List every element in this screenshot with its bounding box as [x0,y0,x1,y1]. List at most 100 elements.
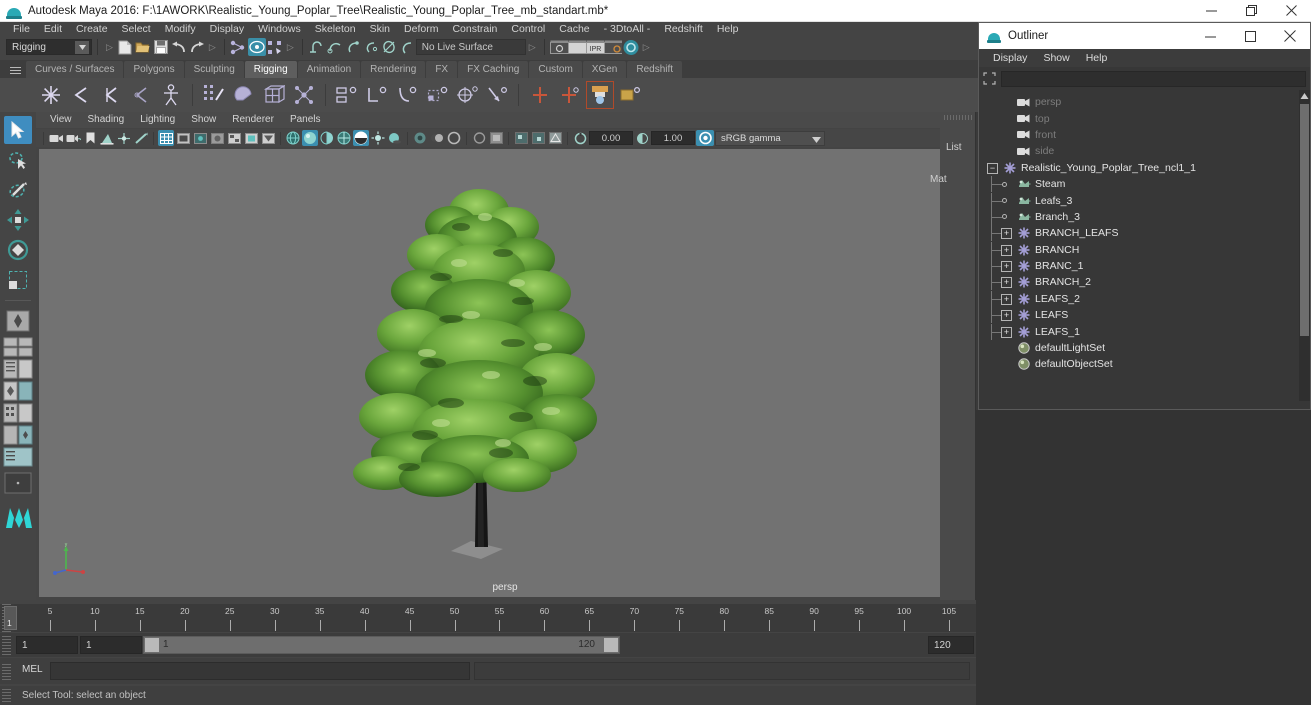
outliner-item-realistic-young-poplar-tree-ncl1-1[interactable]: − Realistic_Young_Poplar_Tree_ncl1_1 [979,160,1310,176]
render-current-frame-icon[interactable] [549,38,568,56]
command-input-field[interactable] [50,662,470,680]
outliner-item-front[interactable]: front [979,127,1310,143]
exposure-field[interactable]: 0.00 [589,131,633,145]
menu-redshift[interactable]: Redshift [657,22,710,36]
paint-skin-weights-icon[interactable] [586,81,614,109]
outliner-item-branch-leafs[interactable]: + BRANCH_LEAFS [979,225,1310,242]
screen-space-ao-icon[interactable] [412,130,428,146]
gamma-field[interactable]: 1.00 [651,131,695,145]
film-gate-icon[interactable] [175,130,191,146]
grease-pencil-icon[interactable] [133,130,149,146]
poplar-tree-model[interactable] [351,167,621,567]
shadows-icon[interactable] [387,130,403,146]
select-by-component-icon[interactable] [266,38,284,56]
menu-deform[interactable]: Deform [397,22,445,36]
outliner-item-leafs-1[interactable]: + LEAFS_1 [979,323,1310,340]
anim-end-time-field[interactable]: 120 [928,636,974,654]
empty-pane-icon[interactable] [4,469,32,497]
orient-constraint-icon[interactable] [394,82,420,108]
multisample-icon[interactable] [446,130,462,146]
ik-spline-handle-icon[interactable] [98,82,124,108]
viewport-3d-canvas[interactable]: y persp [39,149,971,597]
shelf-tab-animation[interactable]: Animation [297,61,361,78]
wireframe-icon[interactable] [285,130,301,146]
tree-expander[interactable]: + [979,225,1015,242]
restore-icon[interactable] [1231,0,1271,22]
make-live-icon[interactable] [398,38,416,56]
menu-constrain[interactable]: Constrain [445,22,504,36]
menu-skeleton[interactable]: Skeleton [308,22,363,36]
smooth-shade-selected-icon[interactable] [319,130,335,146]
aim-constraint-icon[interactable] [454,82,480,108]
textured-icon[interactable] [353,130,369,146]
shelf-tab-rigging[interactable]: Rigging [244,61,297,78]
outliner-tree[interactable]: persp top front side − Realistic_Young_Poplar… [979,90,1310,401]
minimize-icon-outliner[interactable] [1190,23,1230,49]
outliner-item-branc-1[interactable]: + BRANC_1 [979,258,1310,275]
viewport-menu-shading[interactable]: Shading [80,112,133,128]
outliner-item-steam[interactable]: Steam [979,176,1310,193]
maya-logo-icon[interactable] [4,499,32,533]
paint-select-tool[interactable] [4,176,32,204]
persp-hypershade-layout-icon[interactable] [3,403,33,423]
outliner-item-defaultobjectset[interactable]: defaultObjectSet [979,356,1310,372]
time-slider[interactable]: 5 10 15 20 25 30 35 40 45 50 55 60 65 70 75 80 85 90 95 100… [0,604,976,632]
menu-display[interactable]: Display [203,22,251,36]
smooth-shade-all-icon[interactable] [302,130,318,146]
menu-select[interactable]: Select [115,22,158,36]
scale-tool[interactable] [4,266,32,294]
shelf-tab-polygons[interactable]: Polygons [124,61,184,78]
resolution-gate-icon[interactable] [192,130,208,146]
range-slider-grip[interactable] [2,635,11,655]
current-time-indicator[interactable]: 1 [4,606,17,630]
cluster-deformer-icon[interactable] [291,82,317,108]
menu-help[interactable]: Help [710,22,746,36]
tree-expander[interactable]: + [979,274,1015,291]
minimize-icon[interactable] [1191,0,1231,22]
collapse-chevron-icon-2[interactable]: ▷ [209,42,216,53]
menu-windows[interactable]: Windows [251,22,308,36]
outliner-item-defaultlightset[interactable]: defaultLightSet [979,340,1310,356]
exposure-reset-icon[interactable] [572,130,588,146]
persp-graph-layout-icon[interactable] [3,381,33,401]
snap-to-projected-center-icon[interactable] [362,38,380,56]
range-start-time-field[interactable]: 1 [80,636,142,654]
snap-to-curve-icon[interactable] [326,38,344,56]
shelf-tab-fx[interactable]: FX [426,61,458,78]
live-surface-field[interactable]: No Live Surface [415,39,526,55]
select-tool[interactable] [4,116,32,144]
shelf-tab-rendering[interactable]: Rendering [361,61,426,78]
undo-icon[interactable] [170,38,188,56]
tree-expander[interactable]: + [979,258,1015,275]
menu-create[interactable]: Create [69,22,115,36]
outliner-menu-display[interactable]: Display [985,49,1035,67]
shade-wireframe-icon[interactable] [336,130,352,146]
xray-active-components-icon[interactable] [530,130,546,146]
open-scene-icon[interactable] [134,38,152,56]
quick-rig-icon[interactable] [158,82,184,108]
copy-skin-weights-icon[interactable] [617,82,643,108]
outliner-item-leafs-2[interactable]: + LEAFS_2 [979,290,1310,307]
search-filter-icon[interactable] [983,72,997,86]
range-slider-bar[interactable]: 1 120 [143,636,620,654]
viewport-menu-panels[interactable]: Panels [282,112,329,128]
shelf-tab-redshift[interactable]: Redshift [627,61,683,78]
smooth-bind-icon[interactable] [201,82,227,108]
image-plane-icon[interactable] [99,130,115,146]
panel-grip[interactable] [944,115,972,120]
gate-mask-icon[interactable] [209,130,225,146]
ik-handle-icon[interactable] [68,82,94,108]
new-scene-icon[interactable] [116,38,134,56]
move-tool[interactable] [4,206,32,234]
select-by-hierarchy-icon[interactable] [230,38,248,56]
motion-blur-icon[interactable] [429,130,445,146]
film-origin-icon[interactable] [226,130,242,146]
outliner-item-persp[interactable]: persp [979,94,1310,110]
gamma-reset-icon[interactable] [634,130,650,146]
outliner-item-branch[interactable]: + BRANCH [979,241,1310,258]
mirror-skin-weights-icon[interactable] [557,82,583,108]
menu-cache[interactable]: Cache [552,22,596,36]
chevron-down-icon[interactable] [75,41,89,54]
lasso-select-tool[interactable] [4,146,32,174]
outliner-menu-show[interactable]: Show [1035,49,1077,67]
